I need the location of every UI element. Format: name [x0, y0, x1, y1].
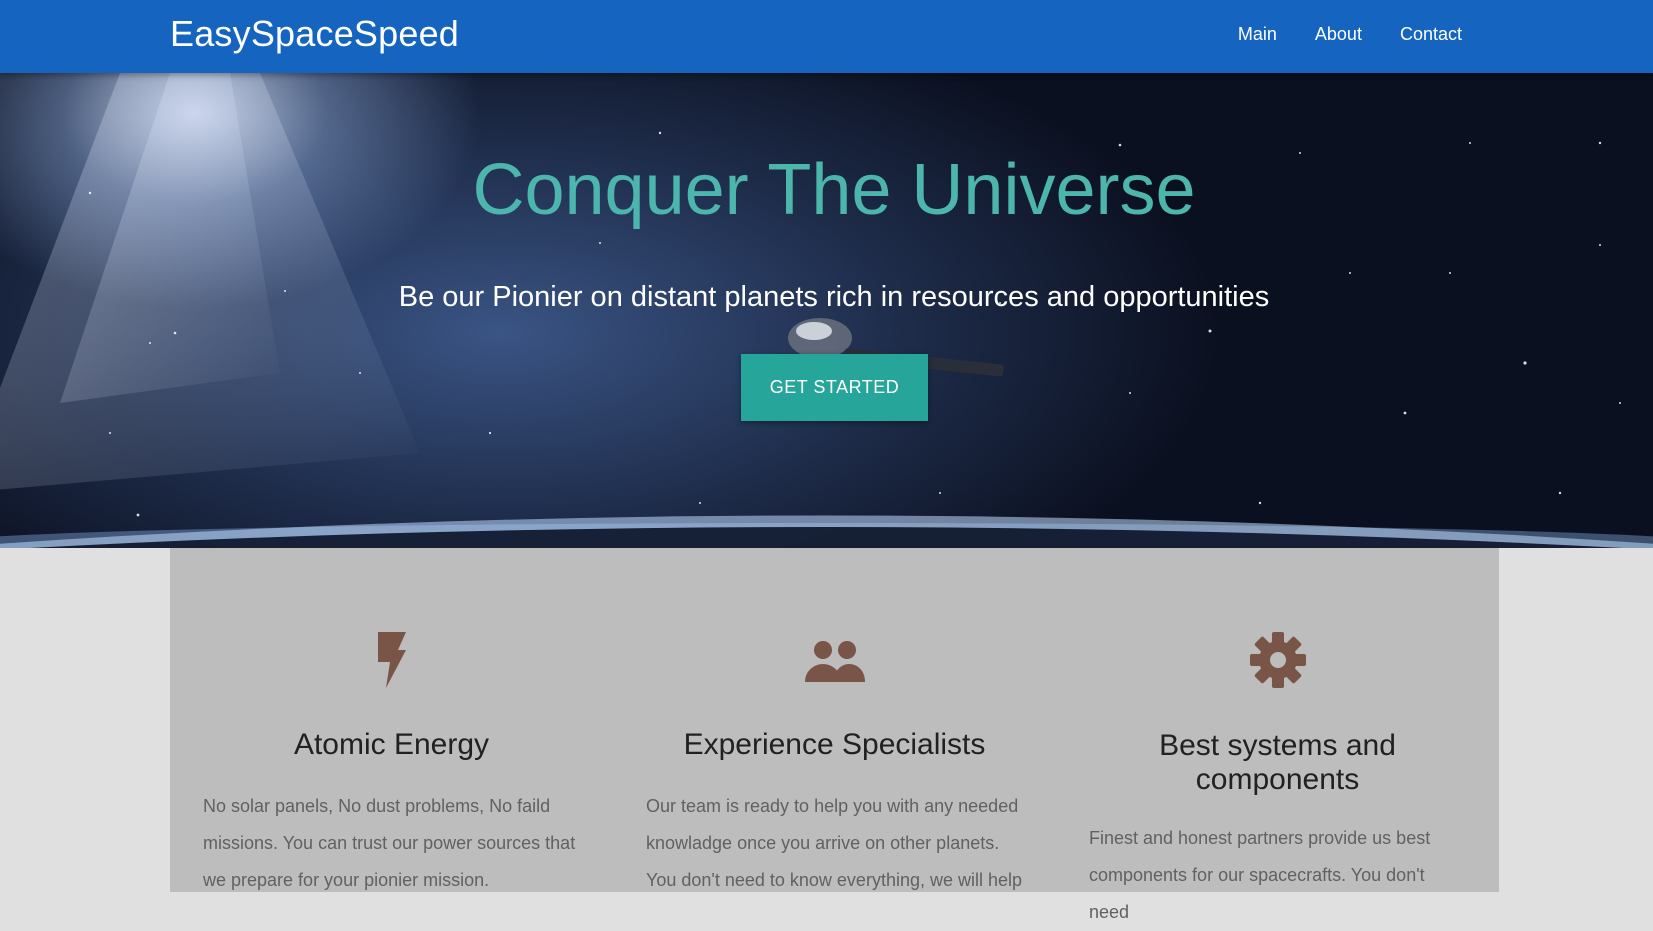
feature-experience-specialists: Experience Specialists Our team is ready…	[613, 548, 1056, 892]
nav-link-about[interactable]: About	[1296, 24, 1381, 45]
nav-link-main[interactable]: Main	[1219, 24, 1296, 45]
hero-title: Conquer The Universe	[472, 150, 1196, 230]
navbar: EasySpaceSpeed Main About Contact	[0, 0, 1653, 73]
group-icon	[613, 630, 1056, 690]
feature-text: No solar panels, No dust problems, No fa…	[203, 796, 576, 890]
feature-title: Best systems and components	[1159, 729, 1396, 796]
hero-subtitle: Be our Pionier on distant planets rich i…	[398, 281, 1270, 313]
hero-banner: Conquer The Universe Be our Pionier on d…	[0, 73, 1653, 548]
feature-title: Experience Specialists	[683, 728, 986, 761]
feature-text: Finest and honest partners provide us be…	[1089, 828, 1431, 922]
nav-links: Main About Contact	[1219, 0, 1481, 68]
feature-atomic-energy: Atomic Energy No solar panels, No dust p…	[170, 548, 613, 892]
feature-text: Our team is ready to help you with any n…	[646, 796, 1023, 890]
feature-title: Atomic Energy	[293, 728, 490, 761]
features-section: Atomic Energy No solar panels, No dust p…	[170, 548, 1499, 922]
brand-logo[interactable]: EasySpaceSpeed	[170, 12, 459, 56]
gear-icon	[1056, 630, 1499, 690]
get-started-button[interactable]: GET STARTED	[741, 354, 928, 421]
feature-best-systems: Best systems and components Finest and h…	[1056, 548, 1499, 922]
flash-icon	[170, 630, 613, 690]
nav-link-contact[interactable]: Contact	[1381, 24, 1481, 45]
